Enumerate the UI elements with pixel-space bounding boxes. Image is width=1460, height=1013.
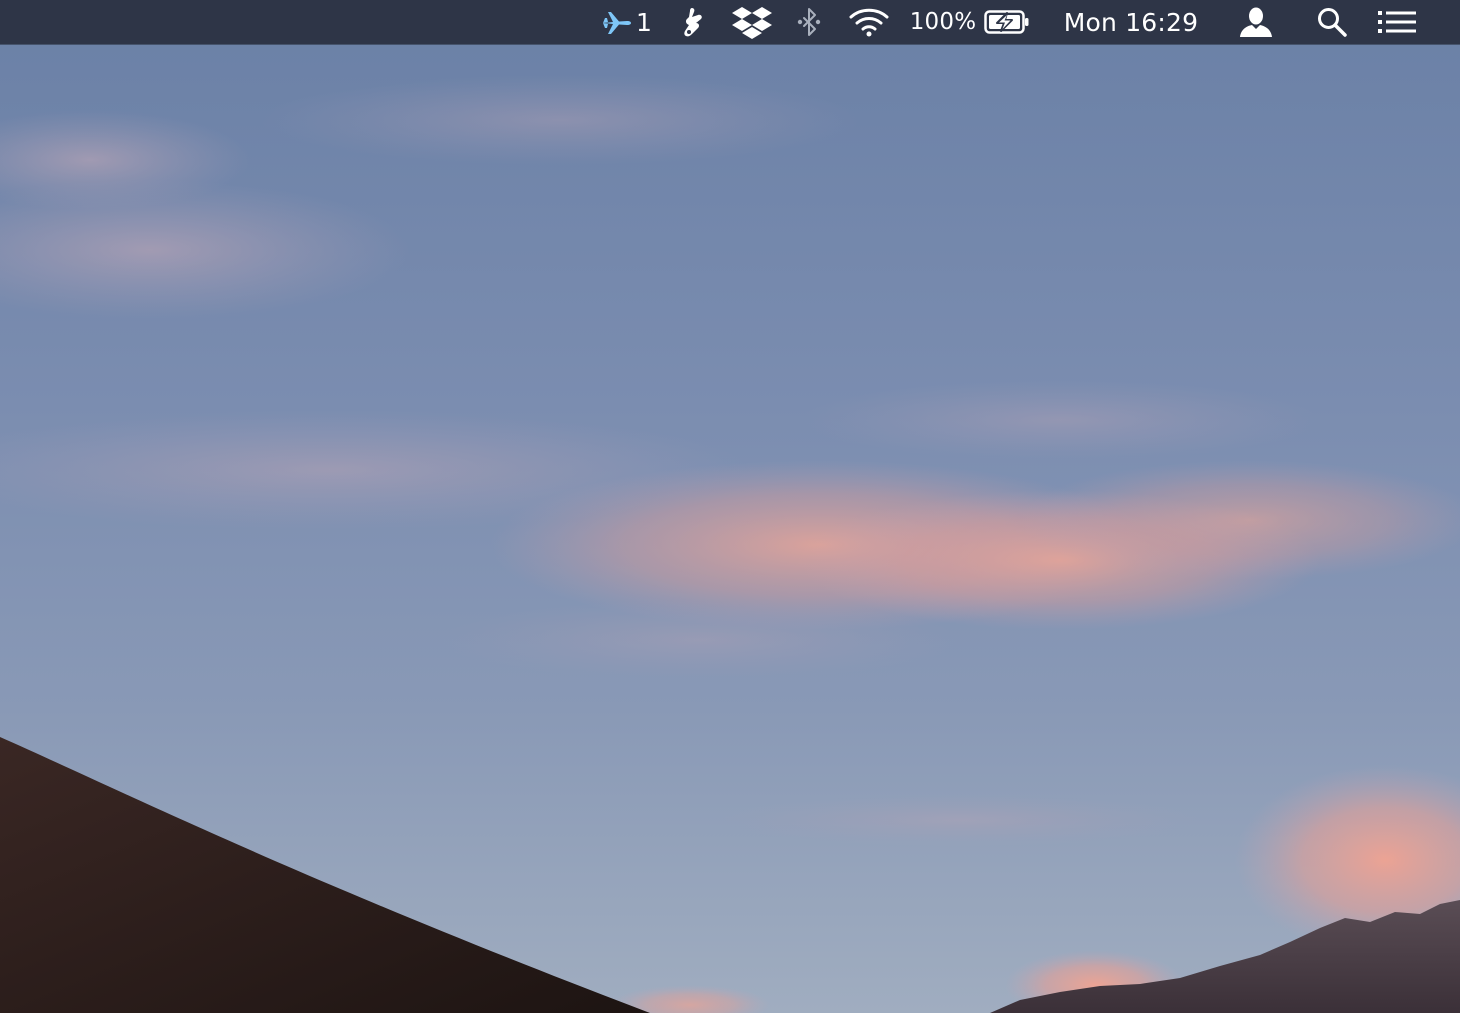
- clock-text: Mon 16:29: [1063, 7, 1199, 37]
- airplane-icon: [602, 9, 632, 35]
- battery-charging-icon: [984, 9, 1030, 35]
- airplane-mode-status-item[interactable]: 1: [598, 0, 656, 44]
- fast-user-switching-item[interactable]: [1234, 0, 1278, 44]
- spotlight-search-item[interactable]: [1312, 0, 1352, 44]
- list-icon: [1377, 9, 1417, 35]
- battery-percent: 100%: [909, 9, 977, 35]
- airplane-count: 1: [635, 7, 653, 37]
- battery-status-item[interactable]: 100%: [908, 0, 1032, 44]
- notification-center-item[interactable]: [1372, 0, 1422, 44]
- dropbox-status-item[interactable]: [730, 0, 774, 44]
- bluetooth-icon: [797, 6, 821, 38]
- search-icon: [1316, 6, 1348, 38]
- wallpaper: [0, 0, 1460, 1013]
- user-icon: [1238, 6, 1274, 38]
- hand-pointer-status-item[interactable]: [676, 0, 710, 44]
- bluetooth-status-item[interactable]: [794, 0, 824, 44]
- wifi-status-item[interactable]: [846, 0, 892, 44]
- clock[interactable]: Mon 16:29: [1056, 0, 1206, 44]
- desktop: 1 100% Mon 16:29: [0, 0, 1460, 1013]
- dropbox-icon: [732, 5, 772, 39]
- wifi-icon: [848, 6, 890, 38]
- menu-bar: 1 100% Mon 16:29: [0, 0, 1460, 44]
- hand-pointer-icon: [680, 6, 706, 38]
